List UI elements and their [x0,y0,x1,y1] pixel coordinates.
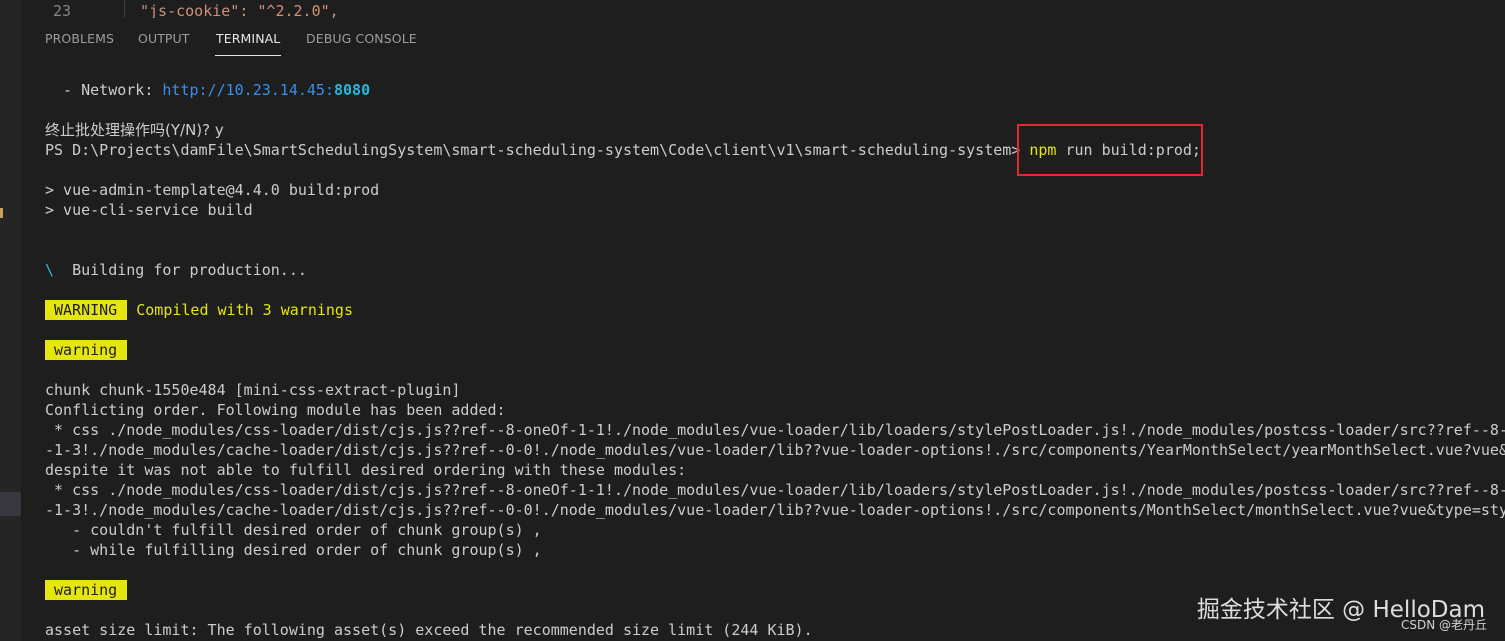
script-line-1: > vue-admin-template@4.4.0 build:prod [45,181,380,199]
couldnt-fulfill-line: - couldn't fulfill desired order of chun… [45,521,542,539]
script-line-2: > vue-cli-service build [45,201,253,219]
terminal-output[interactable]: - Network: http://10.23.14.45:8080 终止批处理… [21,58,1505,641]
network-url: http://10.23.14.45: [162,81,334,99]
css-module-line-2b: -1-3!./node_modules/cache-loader/dist/cj… [45,501,1505,519]
tab-terminal[interactable]: TERMINAL [215,31,282,56]
watermark-sub: CSDN @老丹丘 [1400,618,1487,632]
warning-label-line-2: warning [45,580,128,600]
panel-tab-bar: PROBLEMS OUTPUT TERMINAL DEBUG CONSOLE [21,18,1505,58]
css-module-line-2: * css ./node_modules/css-loader/dist/cjs… [45,481,1505,499]
compiled-message: Compiled with 3 warnings [136,301,353,319]
warning-label-badge-2: warning [45,580,128,600]
network-prefix: - Network: [45,81,163,99]
modified-indicator [0,208,3,218]
code-line: "js-cookie": "^2.2.0", [140,2,339,18]
tab-output[interactable]: OUTPUT [138,31,190,46]
tab-problems[interactable]: PROBLEMS [45,31,114,46]
selected-item-indicator [0,492,21,516]
building-line: \ Building for production... [45,260,307,280]
editor-peek: 23 "js-cookie": "^2.2.0", [21,0,1505,18]
asset-size-line: asset size limit: The following asset(s)… [45,621,813,639]
network-line: - Network: http://10.23.14.45:8080 [45,80,370,100]
chunk-line: chunk chunk-1550e484 [mini-css-extract-p… [45,381,461,399]
warning-label-line-1: warning [45,340,128,360]
conflict-line: Conflicting order. Following module has … [45,401,506,419]
activity-bar-edge [0,0,21,641]
tab-terminal-label: TERMINAL [216,31,281,46]
while-fulfilling-line: - while fulfilling desired order of chun… [45,541,542,559]
warning-label-badge: warning [45,340,128,360]
indent-guide [124,0,125,18]
spinner-icon: \ [45,261,55,279]
terminate-prompt: 终止批处理操作吗(Y/N)? y [45,121,224,139]
line-number: 23 [53,2,72,18]
network-port: 8080 [334,81,371,99]
ps-prompt: PS D:\Projects\damFile\SmartSchedulingSy… [45,141,1030,159]
despite-line: despite it was not able to fulfill desir… [45,461,687,479]
network-url-link[interactable]: http://10.23.14.45:8080 [162,81,370,99]
active-tab-indicator [215,55,282,56]
tab-debug-console[interactable]: DEBUG CONSOLE [306,31,417,46]
css-module-line-1: * css ./node_modules/css-loader/dist/cjs… [45,421,1505,439]
compiled-warnings-line: WARNING Compiled with 3 warnings [45,300,353,320]
building-text: Building for production... [54,261,307,279]
command-highlight-box [1017,124,1203,176]
css-module-line-1b: -1-3!./node_modules/cache-loader/dist/cj… [45,441,1505,459]
warning-badge: WARNING [45,300,128,320]
